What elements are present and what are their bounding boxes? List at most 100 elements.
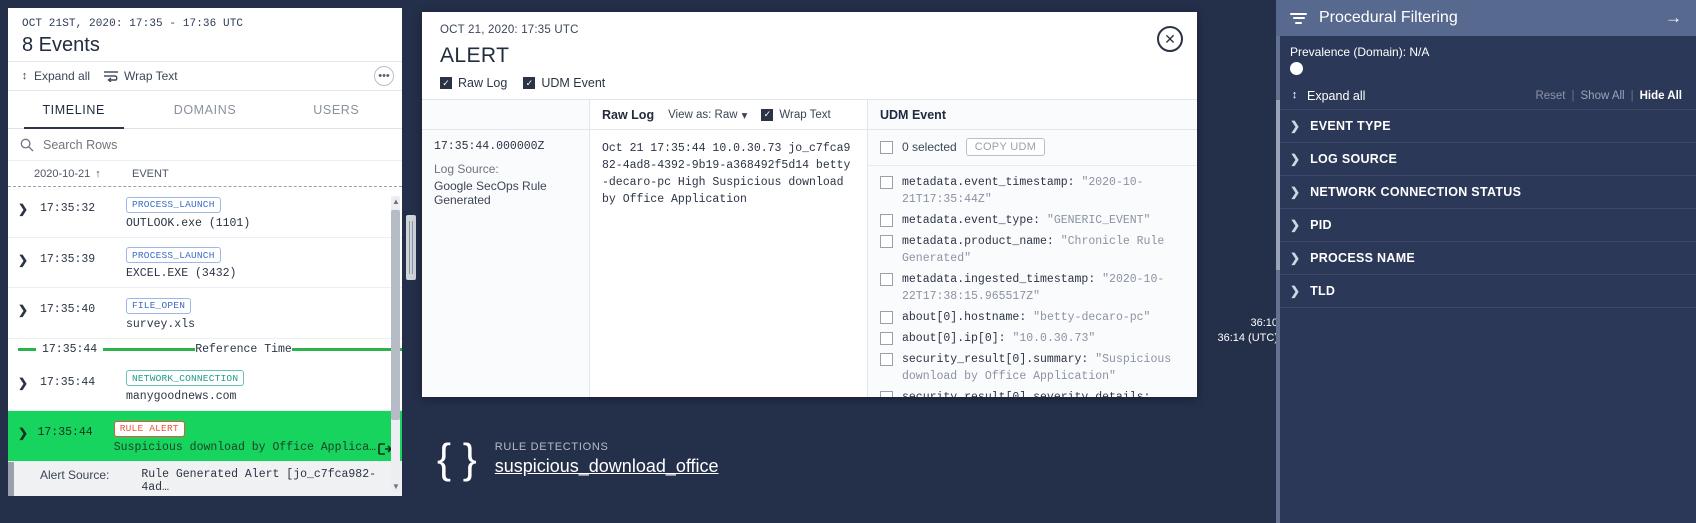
events-scrollbar[interactable]: ▲ ▼: [391, 196, 400, 492]
events-panel: OCT 21ST, 2020: 17:35 - 17:36 UTC 8 Even…: [8, 8, 402, 496]
table-row[interactable]: ❯ 17:35:39 PROCESS_LAUNCH EXCEL.EXE (343…: [8, 238, 402, 289]
udm-event-header: UDM Event: [868, 100, 1197, 130]
copy-udm-button[interactable]: COPY UDM: [966, 138, 1045, 156]
hide-all-button[interactable]: Hide All: [1640, 90, 1682, 102]
sort-arrow-icon: ↑: [95, 168, 101, 180]
udm-field-key: metadata.event_timestamp:: [902, 176, 1075, 189]
field-checkbox[interactable]: [880, 311, 893, 324]
scroll-down-icon[interactable]: ▼: [392, 482, 400, 491]
udm-field-value: "10.0.30.73": [1012, 332, 1095, 345]
row-expand-icon[interactable]: ❯: [18, 368, 40, 390]
raw-log-column: Raw Log View as: Raw ▾ ✓ Wrap Text Oct 2…: [590, 100, 868, 397]
table-row[interactable]: ❯ 17:35:44 NETWORK_CONNECTION manygoodne…: [8, 361, 402, 412]
row-time: 17:35:32: [40, 194, 126, 215]
detail-value: Rule Generated Alert [jo_c7fca982-4ad…: [141, 468, 402, 494]
slider-handle[interactable]: [1290, 62, 1303, 75]
facet-network-connection-status[interactable]: ❯ NETWORK CONNECTION STATUS: [1276, 176, 1696, 209]
table-row[interactable]: ❯ 17:35:32 PROCESS_LAUNCH OUTLOOK.exe (1…: [8, 187, 402, 238]
close-icon[interactable]: ✕: [1157, 26, 1183, 52]
log-source-label: Log Source:: [434, 162, 577, 176]
resizer-grip[interactable]: [1276, 100, 1280, 270]
collapse-panel-icon[interactable]: →: [1665, 8, 1682, 28]
list-item[interactable]: security_result[0].severity_details: "Hi…: [880, 389, 1185, 397]
list-item[interactable]: metadata.product_name: "Chronicle Rule G…: [880, 233, 1185, 267]
expand-all-label: Expand all: [1307, 89, 1365, 103]
scroll-up-icon[interactable]: ▲: [392, 197, 400, 206]
udm-event-column: UDM Event 0 selected COPY UDM metadata.e…: [868, 100, 1197, 397]
event-type-chip: PROCESS_LAUNCH: [126, 247, 221, 263]
modal-date: OCT 21, 2020: 17:35 UTC: [440, 24, 1179, 36]
field-checkbox[interactable]: [880, 273, 893, 286]
tab-timeline[interactable]: TIMELINE: [8, 91, 139, 128]
row-expand-icon[interactable]: ❯: [18, 245, 40, 267]
list-item[interactable]: metadata.ingested_timestamp: "2020-10-22…: [880, 271, 1185, 305]
view-as-dropdown[interactable]: View as: Raw ▾: [668, 108, 747, 122]
expand-collapse-icon: ↕: [20, 71, 29, 82]
rule-detection-link[interactable]: suspicious_download_office: [495, 456, 719, 477]
raw-wrap-text-label: Wrap Text: [779, 109, 830, 121]
prevalence-section: Prevalence (Domain): N/A: [1276, 36, 1696, 77]
select-all-checkbox[interactable]: [880, 141, 893, 154]
expand-all-button[interactable]: ↕ Expand all: [20, 69, 90, 83]
facet-event-type[interactable]: ❯ EVENT TYPE: [1276, 110, 1696, 143]
wrap-text-button[interactable]: Wrap Text: [104, 69, 178, 83]
facet-log-source[interactable]: ❯ LOG SOURCE: [1276, 143, 1696, 176]
facet-process-name[interactable]: ❯ PROCESS NAME: [1276, 242, 1696, 275]
expand-all-label: Expand all: [34, 69, 90, 83]
list-item[interactable]: security_result[0].summary: "Suspicious …: [880, 351, 1185, 385]
row-collapse-icon[interactable]: ❯: [18, 418, 38, 440]
prevalence-label: Prevalence (Domain): N/A: [1290, 45, 1682, 59]
list-item[interactable]: metadata.event_timestamp: "2020-10-21T17…: [880, 174, 1185, 208]
more-options-button[interactable]: •••: [374, 66, 394, 86]
field-checkbox[interactable]: [880, 176, 893, 189]
list-item[interactable]: about[0].hostname: "betty-decaro-pc": [880, 309, 1185, 326]
rule-detections-block: { } RULE DETECTIONS suspicious_download_…: [437, 438, 719, 480]
meta-column-header: [422, 100, 589, 130]
scrollbar-thumb[interactable]: [391, 210, 400, 420]
search-input[interactable]: [41, 137, 356, 153]
event-timestamp: 17:35:44.000000Z: [434, 140, 577, 153]
raw-wrap-text-checkbox[interactable]: ✓ Wrap Text: [761, 109, 830, 121]
modal-meta-column: 17:35:44.000000Z Log Source: Google SecO…: [422, 100, 590, 397]
expand-all-filters-button[interactable]: ↕ Expand all: [1290, 89, 1365, 103]
row-expand-icon[interactable]: ❯: [18, 295, 40, 317]
facet-label: NETWORK CONNECTION STATUS: [1310, 185, 1521, 199]
table-row-selected[interactable]: ❯ 17:35:44 RULE ALERT Suspicious downloa…: [8, 411, 402, 462]
row-event-name: Suspicious download by Office Applica…: [114, 441, 376, 454]
procedural-filtering-header: Procedural Filtering →: [1276, 0, 1696, 36]
log-source-value: Google SecOps Rule Generated: [434, 179, 577, 207]
row-expand-icon[interactable]: ❯: [18, 194, 40, 216]
events-list[interactable]: ❯ 17:35:32 PROCESS_LAUNCH OUTLOOK.exe (1…: [8, 187, 402, 496]
wrap-text-label: Wrap Text: [124, 69, 178, 83]
row-event-name: EXCEL.EXE (3432): [126, 267, 402, 280]
alert-detail-modal: OCT 21, 2020: 17:35 UTC ALERT ✓ Raw Log …: [422, 12, 1197, 397]
field-checkbox[interactable]: [880, 353, 893, 366]
events-count: 8 Events: [22, 34, 388, 57]
udm-event-checkbox[interactable]: ✓ UDM Event: [523, 76, 605, 90]
filter-icon: [1290, 13, 1307, 24]
raw-log-checkbox[interactable]: ✓ Raw Log: [440, 76, 507, 90]
right-panel-resizer[interactable]: [1276, 0, 1280, 523]
separator: |: [1572, 90, 1575, 102]
tab-domains[interactable]: DOMAINS: [139, 91, 270, 128]
field-checkbox[interactable]: [880, 332, 893, 345]
list-item[interactable]: about[0].ip[0]: "10.0.30.73": [880, 330, 1185, 347]
reset-button[interactable]: Reset: [1535, 90, 1565, 102]
list-item[interactable]: metadata.event_type: "GENERIC_EVENT": [880, 212, 1185, 229]
selected-count: 0 selected: [902, 140, 957, 154]
table-row[interactable]: ❯ 17:35:40 FILE_OPEN survey.xls: [8, 288, 402, 339]
field-checkbox[interactable]: [880, 235, 893, 248]
facet-pid[interactable]: ❯ PID: [1276, 209, 1696, 242]
column-date-label: 2020-10-21: [34, 168, 90, 180]
facet-tld[interactable]: ❯ TLD: [1276, 275, 1696, 308]
tab-users[interactable]: USERS: [271, 91, 402, 128]
modal-body: 17:35:44.000000Z Log Source: Google SecO…: [422, 99, 1197, 397]
column-date[interactable]: 2020-10-21 ↑: [20, 168, 120, 180]
panel-resize-handle[interactable]: [406, 215, 416, 280]
udm-field-key: about[0].hostname:: [902, 311, 1026, 324]
checkbox-icon: ✓: [523, 77, 535, 89]
prevalence-slider[interactable]: [1290, 61, 1682, 77]
field-checkbox[interactable]: [880, 391, 893, 397]
show-all-button[interactable]: Show All: [1581, 90, 1625, 102]
field-checkbox[interactable]: [880, 214, 893, 227]
